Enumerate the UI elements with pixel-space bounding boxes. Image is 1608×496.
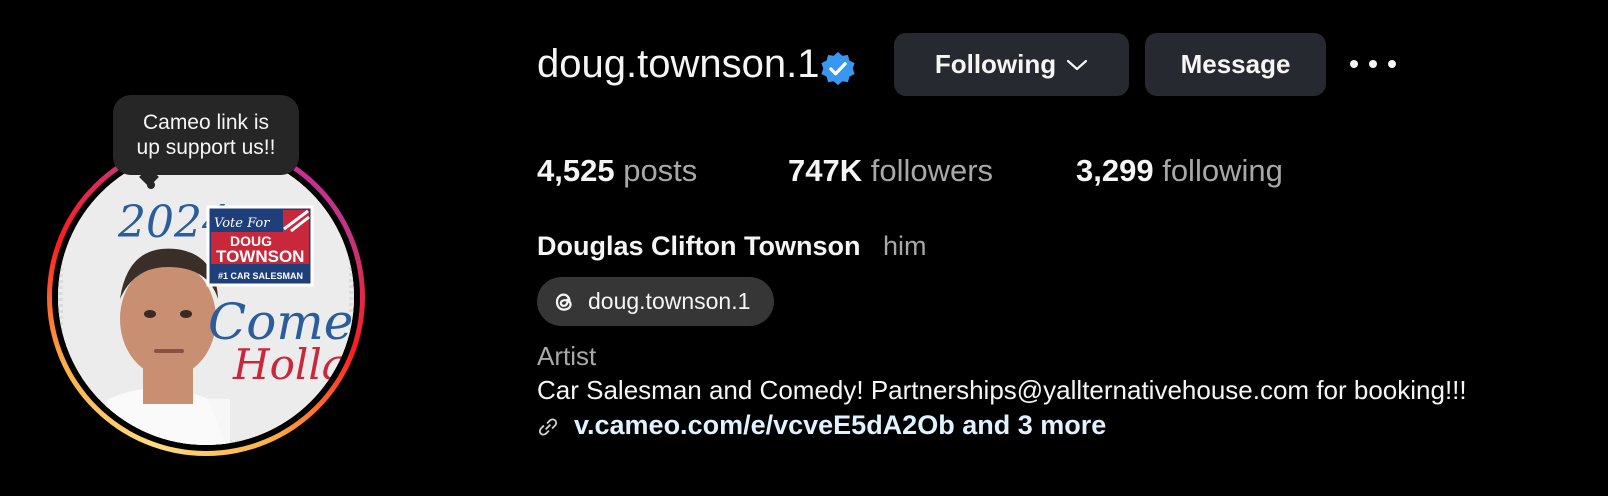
category-label: Artist <box>537 341 597 371</box>
followers-count: 747K <box>788 153 863 188</box>
bio-text: Car Salesman and Comedy! Partnerships@ya… <box>537 375 1467 405</box>
following-button[interactable]: Following <box>894 33 1129 96</box>
following-stat[interactable]: 3,299 following <box>1076 152 1283 190</box>
posts-stat: 4,525 posts <box>537 152 697 190</box>
threads-handle: doug.townson.1 <box>588 288 751 314</box>
avatar-vote-for: Vote For <box>214 216 270 231</box>
message-button[interactable]: Message <box>1145 33 1326 96</box>
following-count: 3,299 <box>1076 153 1154 188</box>
avatar-subtitle: #1 CAR SALESMAN <box>218 271 303 281</box>
avatar[interactable]: 2024 Vote For DOUG TOWNSON #1 CAR SALESM… <box>58 149 354 445</box>
message-button-label: Message <box>1180 49 1291 79</box>
followers-stat[interactable]: 747K followers <box>788 152 993 190</box>
verified-badge-icon <box>821 51 855 86</box>
posts-label: posts <box>623 153 698 188</box>
threads-badge[interactable]: doug.townson.1 <box>537 277 774 326</box>
full-name: Douglas Clifton Townson <box>537 231 861 261</box>
avatar-image: 2024 Vote For DOUG TOWNSON #1 CAR SALESM… <box>58 149 354 445</box>
note-bubble[interactable]: Cameo link is up support us!! <box>113 95 299 175</box>
threads-icon <box>555 292 572 311</box>
note-line1: Cameo link is <box>142 111 270 134</box>
external-link[interactable]: v.cameo.com/e/vcveE5dA2Ob and 3 more <box>574 410 1106 441</box>
username: doug.townson.1 <box>537 42 820 86</box>
more-options-icon[interactable] <box>1350 54 1396 74</box>
more-dot <box>1369 60 1377 68</box>
chevron-down-icon <box>1067 59 1088 70</box>
note-line2: up support us!! <box>136 136 276 159</box>
more-dot <box>1388 60 1396 68</box>
followers-label: followers <box>870 153 994 188</box>
pronouns: him <box>883 231 927 261</box>
posts-count: 4,525 <box>537 153 615 188</box>
link-icon <box>538 418 558 436</box>
note-bubble-dot <box>147 181 155 189</box>
following-label: following <box>1162 153 1283 188</box>
avatar-name-line2: TOWNSON <box>216 247 304 266</box>
following-button-label: Following <box>934 49 1057 79</box>
more-dot <box>1350 60 1358 68</box>
